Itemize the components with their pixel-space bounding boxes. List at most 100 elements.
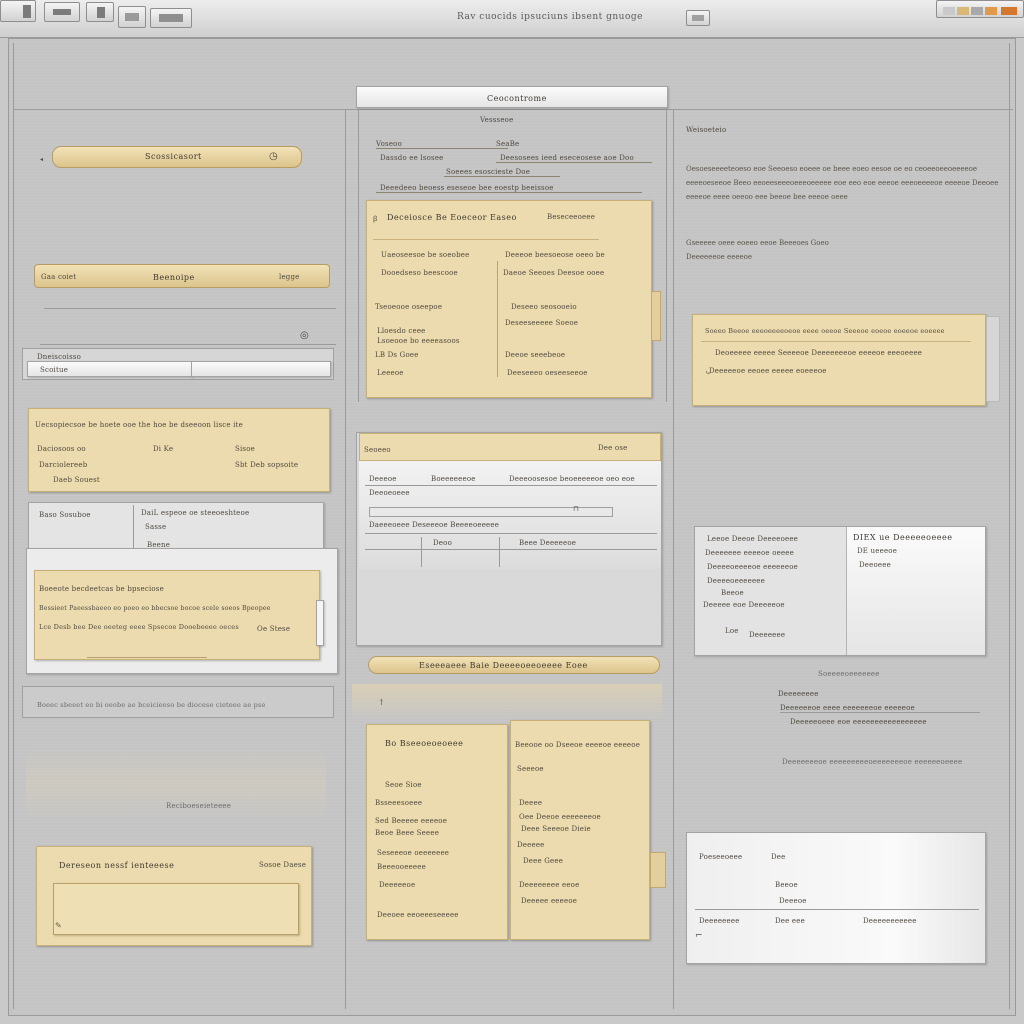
window-icon bbox=[125, 13, 139, 21]
info-card-3[interactable]: Dereseon nessf ienteeese Sosoe Daese ✎ bbox=[36, 846, 312, 946]
detail-card[interactable]: ꞵ Deceiosce Be Eoeceor Easeo Beseceeoeee… bbox=[366, 200, 661, 398]
table-body: Deeeoe Boeeeeeeoe Deeeoosesoe beoeeeeeoe… bbox=[359, 461, 661, 569]
table-row0-a: Deeeoe bbox=[369, 475, 397, 483]
field-rule bbox=[40, 344, 336, 345]
col-a-item-2: Sed Beeeee eeeeoe bbox=[375, 817, 448, 825]
panel1-right-1: Deeoeee bbox=[859, 561, 891, 569]
list-col-b[interactable]: Beeooe oo Dseeoe eeeeoe eeeeoe Seeeoe De… bbox=[510, 720, 650, 940]
col-b-item-5: Deee Geee bbox=[523, 857, 564, 865]
field-input-left[interactable]: Scoitue bbox=[27, 361, 193, 377]
section-header: Ceocontrome bbox=[356, 86, 668, 108]
toolbar-button-3[interactable] bbox=[118, 6, 146, 28]
right-mid-rule bbox=[780, 712, 980, 713]
section-glow bbox=[352, 684, 662, 720]
top-rule3 bbox=[444, 176, 560, 177]
middle-guide-left bbox=[358, 108, 359, 402]
section-header-label: Ceocontrome bbox=[487, 94, 547, 103]
table-header-label: Seoeeo bbox=[364, 446, 391, 454]
beenoipe-bar[interactable]: Gaa coiet Beenoipe legge bbox=[34, 264, 330, 288]
field-input-right[interactable] bbox=[191, 361, 331, 377]
swatch-gray-icon bbox=[943, 7, 955, 15]
right-mid-t2: Deeeeeeee bbox=[778, 690, 819, 698]
col-a-item-5: Beeeooeeeee bbox=[377, 863, 426, 871]
col-b-item-2: Oee Deeoe eeeeeeeoe bbox=[519, 813, 601, 821]
card2-title: Boeeote becdeetcas be bpseciose bbox=[39, 585, 164, 593]
stack-sheet: Baso Sosuboe DaiL espeoe oe steeoeshteoe… bbox=[28, 502, 324, 552]
stack-row2: Sasse bbox=[145, 523, 167, 531]
right-paragraph-1: Oesoeseeeeteoeso eoe Seeoeso eoeee oe be… bbox=[686, 165, 999, 201]
info-card-2[interactable]: Boeeote becdeetcas be bpseciose Bessieet… bbox=[34, 570, 320, 660]
card1-line1: Uecsopiecsoe be hoete ooe the hoe be dse… bbox=[35, 421, 243, 429]
column-divider-right bbox=[673, 109, 674, 1009]
col-a-item-6: Deeeeeoe bbox=[379, 881, 416, 889]
detail-scroll-tab[interactable] bbox=[651, 291, 661, 341]
col-b-title: Beeooe oo Dseeoe eeeeoe eeeeoe bbox=[515, 741, 641, 749]
right-card-tab[interactable] bbox=[986, 316, 1000, 402]
panel1-right-0: DE ueeeoe bbox=[857, 547, 898, 555]
bar-icon bbox=[53, 9, 71, 15]
list-scroll-tab[interactable] bbox=[650, 852, 666, 888]
detail-right-5: Deeseeeo oeseeseeoe bbox=[507, 369, 588, 377]
right-card[interactable]: Soeeo Beeoe eeeoeeeeoeoe eeee oeeoe Seee… bbox=[692, 314, 986, 406]
table-row0-b: Boeeeeeeoe bbox=[431, 475, 476, 483]
table-col2 bbox=[499, 537, 500, 567]
window-menu-button[interactable] bbox=[0, 0, 36, 22]
toolbar-button-4[interactable] bbox=[150, 8, 192, 28]
toolbar-button-5[interactable] bbox=[686, 10, 710, 26]
table-header: Seoeeo Dee ose bbox=[359, 433, 661, 461]
list-col-a[interactable]: Bo Bseeoeoeoeee Seoe Sioe Bsseeesoeee Se… bbox=[366, 724, 508, 940]
scossicasort-pill[interactable]: Scossicasort ◷ bbox=[52, 146, 302, 168]
detail-title-icon: ꞵ bbox=[373, 215, 378, 223]
detail-col-divider bbox=[497, 261, 498, 377]
detail-right-0: Deeeoe beesoeose oeeo be bbox=[505, 251, 605, 259]
arrow-up-icon: ↑ bbox=[378, 698, 385, 707]
field-value: Scoitue bbox=[40, 366, 69, 374]
detail-left-2: Tseoeooe oseepoe bbox=[375, 303, 443, 311]
card1-line2b: Di Ke bbox=[153, 445, 174, 453]
col-b-item-0: Seeeoe bbox=[517, 765, 544, 773]
section-pill[interactable]: Eseeeaeee Baie Deeeeoeeoeeee Eoee bbox=[368, 656, 660, 674]
stack-row1b: DaiL espeoe oe steeoeshteoe bbox=[141, 509, 250, 517]
card1-line3a: Darciolereeb bbox=[39, 461, 88, 469]
detail-title: Deceiosce Be Eoeceor Easeo bbox=[387, 213, 517, 222]
card1-line4: Daeb Souest bbox=[53, 476, 100, 484]
right-card-line2: Deoeeeee eeeee Seeeeoe Deeeeeeeoe eeeeoe… bbox=[715, 349, 923, 357]
panel1-right-title: DIEX ue Deeeeeoeeee bbox=[853, 533, 953, 542]
table-row3-b: Beee Deeeeeoe bbox=[519, 539, 577, 547]
panel2-row3-c: Deeeeeeeeeee bbox=[863, 917, 917, 925]
top-line1b: SeaBe bbox=[496, 140, 520, 148]
panel-icon bbox=[692, 15, 704, 21]
clock-icon: ◷ bbox=[269, 151, 278, 162]
detail-left-5: LB Ds Goee bbox=[375, 351, 419, 359]
panel1-left-7: Deeeeeee bbox=[749, 631, 786, 639]
col-a-item-3: Beoe Beee Seeee bbox=[375, 829, 440, 837]
right-mid-t5: Deeeeeeeoe eeeeeeeeeoeeeeeeeoe eeeeeeoee… bbox=[782, 758, 963, 766]
info-card-1[interactable]: Uecsopiecsoe be hoete ooe the hoe be dse… bbox=[28, 408, 330, 492]
toolbar-button-2[interactable] bbox=[86, 2, 114, 22]
detail-right-1: Daeoe Seeoes Deesoe ooee bbox=[503, 269, 605, 277]
card3-input[interactable] bbox=[53, 883, 299, 935]
detail-rule bbox=[373, 239, 599, 240]
right-card-line1: Soeeo Beeoe eeeoeeeeoeoe eeee oeeoe Seee… bbox=[705, 327, 945, 335]
search-icon[interactable]: ◎ bbox=[300, 330, 309, 341]
right-panel-1: Leeoe Deeoe Deeeeoeee Deeeeeee eeeeoe oe… bbox=[694, 526, 986, 656]
card1-line3c: Sbt Deb sopsoite bbox=[235, 461, 299, 469]
table-header-right: Dee ose bbox=[598, 444, 628, 452]
top-line1a: Voseoo bbox=[376, 140, 402, 148]
toolbar-button-1[interactable] bbox=[44, 2, 80, 22]
dneiscoisso-field[interactable]: Dneiscoisso Scoitue bbox=[22, 348, 334, 380]
card3-right: Sosoe Daese bbox=[259, 861, 307, 869]
col-b-item-1: Deeee bbox=[519, 799, 543, 807]
table-row2-a: Daeeeoeee Deseeeoe Beeeeoeeeee bbox=[369, 521, 500, 529]
col-b-item-3: Deee Seeeoe Dieie bbox=[521, 825, 591, 833]
card3-title: Dereseon nessf ienteeese bbox=[59, 861, 175, 870]
right-mid-t3: Deeeeeeoe eeee eeeeeeeoe eeeeeoe bbox=[780, 704, 915, 712]
right-paragraph-2: Gseeeee oeee eoeeo eeoe Beeeoes Goeo Dee… bbox=[686, 239, 829, 261]
detail-title-right: Beseceeoeee bbox=[547, 213, 596, 221]
top-line2a: Dassdo ee lsosee bbox=[380, 154, 444, 162]
right-card-arrow-icon: ⤷ bbox=[705, 369, 711, 377]
col-a-item-1: Bsseeesoeee bbox=[375, 799, 423, 807]
card2-line2: Lce Desb bee Dee oeeteg eeee Spsecoe Doo… bbox=[39, 623, 239, 631]
table-rule1 bbox=[365, 533, 657, 534]
col-b-item-4: Deeeee bbox=[517, 841, 545, 849]
